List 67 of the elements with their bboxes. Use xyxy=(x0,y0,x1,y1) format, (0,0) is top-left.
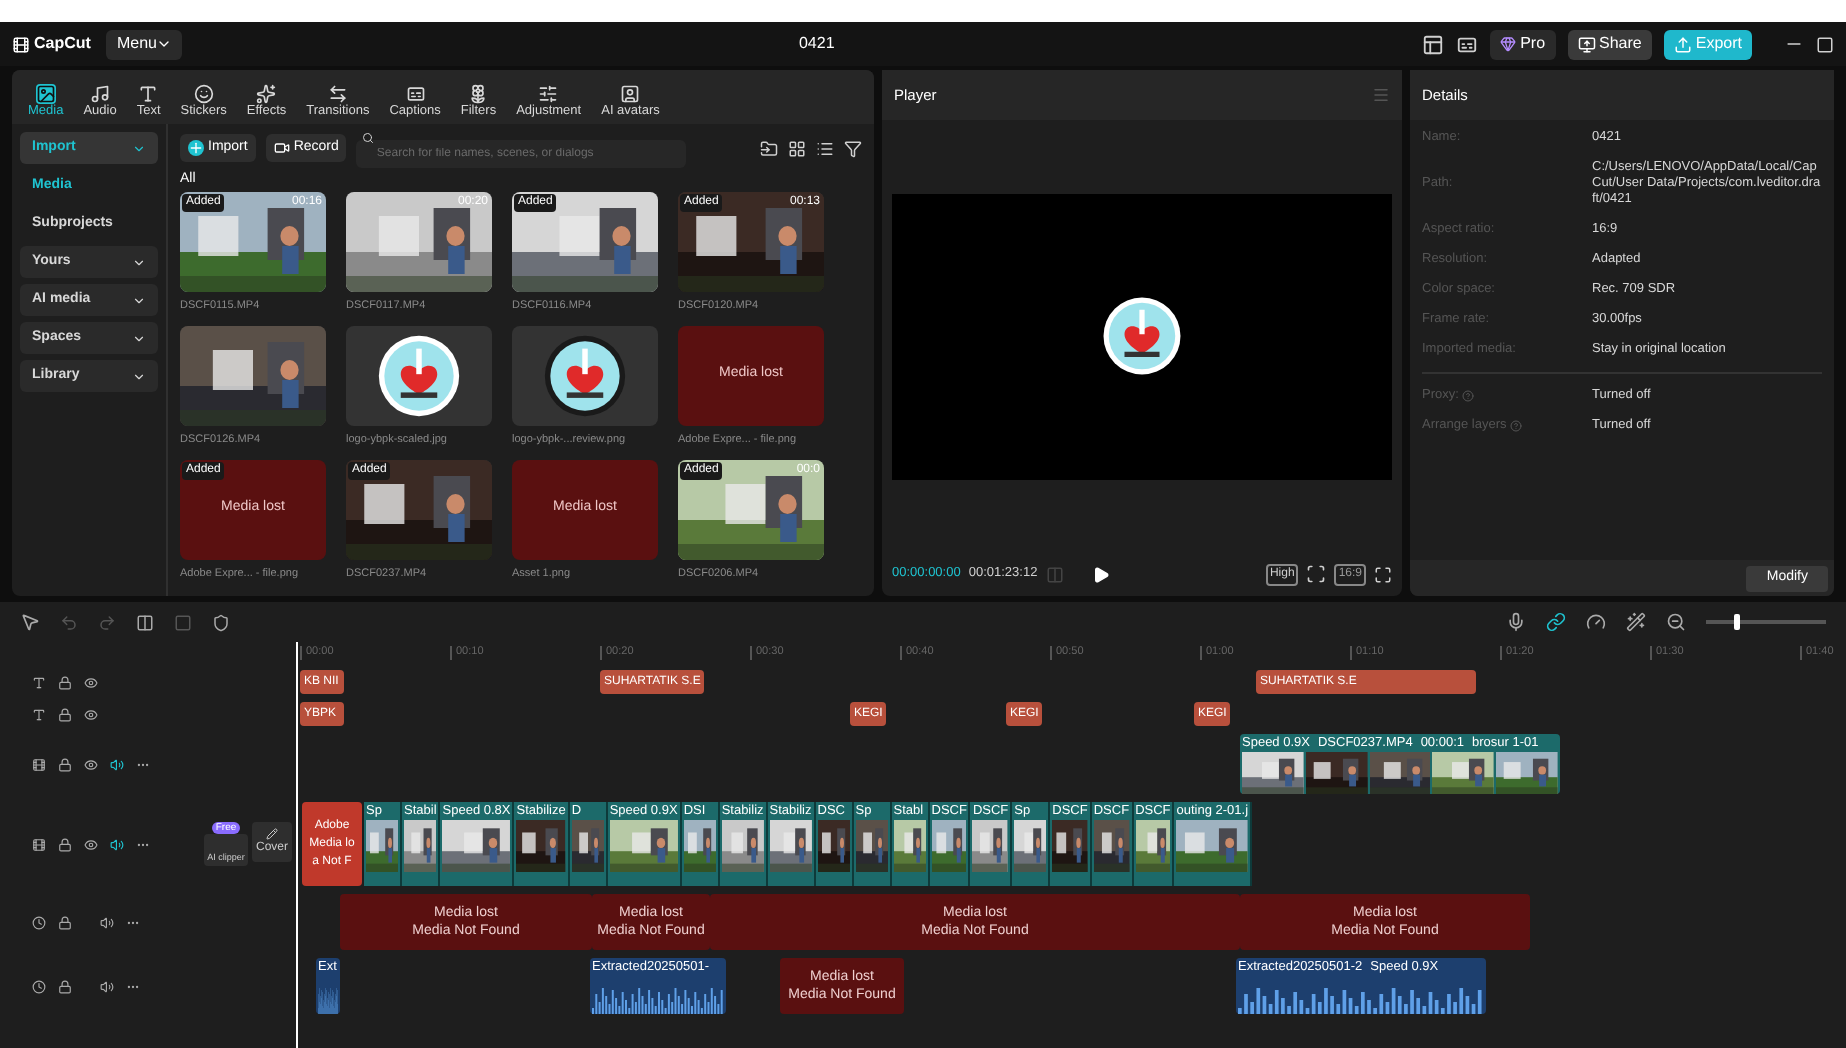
search-icon xyxy=(362,132,375,144)
split-icon[interactable] xyxy=(136,613,154,631)
music-icon xyxy=(90,84,111,104)
speaker-icon[interactable] xyxy=(100,915,114,929)
sliders-icon xyxy=(538,84,559,104)
lock-icon[interactable] xyxy=(58,979,72,993)
wand-icon[interactable] xyxy=(1626,612,1646,632)
grid-icon[interactable] xyxy=(788,139,806,157)
eye-icon[interactable] xyxy=(84,837,98,851)
pencil-icon xyxy=(266,827,278,839)
maximize-icon[interactable] xyxy=(1816,35,1834,53)
speaker-icon[interactable] xyxy=(110,837,124,851)
captions-icon[interactable] xyxy=(1456,33,1479,55)
captions-icon xyxy=(405,84,426,104)
lock-icon[interactable] xyxy=(58,837,72,851)
play-icon[interactable] xyxy=(1091,565,1110,583)
share-button[interactable]: Share xyxy=(1567,29,1652,59)
film-icon xyxy=(32,837,46,851)
text-icon xyxy=(32,675,46,689)
menu-button[interactable]: Menu xyxy=(106,29,183,59)
scan-icon[interactable] xyxy=(1306,564,1327,584)
layout-icon[interactable] xyxy=(1422,33,1445,55)
upload-icon xyxy=(1673,35,1692,53)
image-icon xyxy=(35,84,56,104)
lock-icon[interactable] xyxy=(58,915,72,929)
shield-icon[interactable] xyxy=(212,613,230,631)
caret-icon xyxy=(132,293,146,307)
waveform-drawing xyxy=(592,986,724,1014)
mic-icon[interactable] xyxy=(1506,612,1526,632)
caret-icon xyxy=(132,331,146,345)
sparkle-icon xyxy=(256,84,277,104)
camera-icon xyxy=(273,140,290,156)
caret-icon xyxy=(132,141,146,155)
share-icon xyxy=(1577,35,1596,53)
lock-icon[interactable] xyxy=(58,707,72,721)
arrows-icon xyxy=(327,84,348,104)
plus-icon xyxy=(188,140,204,156)
filter-icon[interactable] xyxy=(844,139,862,157)
user-icon xyxy=(620,84,641,104)
text-icon xyxy=(32,707,46,721)
fullscreen-icon[interactable] xyxy=(1374,565,1392,583)
caret-icon xyxy=(132,255,146,269)
eye-icon[interactable] xyxy=(84,757,98,771)
gauge-icon[interactable] xyxy=(1586,612,1606,632)
gem-icon xyxy=(1500,36,1517,52)
eye-icon[interactable] xyxy=(84,675,98,689)
lock-icon[interactable] xyxy=(58,757,72,771)
speaker-icon[interactable] xyxy=(110,757,124,771)
project-title: 0421 xyxy=(798,32,835,56)
speaker-icon[interactable] xyxy=(100,979,114,993)
pointer-icon[interactable] xyxy=(20,612,40,632)
eye-icon[interactable] xyxy=(84,707,98,721)
lock-icon[interactable] xyxy=(58,675,72,689)
zoom-out-icon[interactable] xyxy=(1666,612,1686,632)
link-icon[interactable] xyxy=(1546,612,1566,632)
app-logo: CapCut xyxy=(12,32,91,56)
caret-icon xyxy=(132,369,146,383)
list-icon[interactable] xyxy=(816,139,834,157)
smile-icon xyxy=(193,84,214,104)
zoom-slider-thumb[interactable] xyxy=(1734,614,1741,630)
caret-icon xyxy=(156,36,173,52)
pro-button[interactable]: Pro xyxy=(1490,29,1556,59)
film-icon xyxy=(32,757,46,771)
text-icon xyxy=(138,84,159,104)
flower-icon xyxy=(468,84,489,104)
logo-icon xyxy=(12,35,30,53)
folder-icon[interactable] xyxy=(760,139,778,157)
